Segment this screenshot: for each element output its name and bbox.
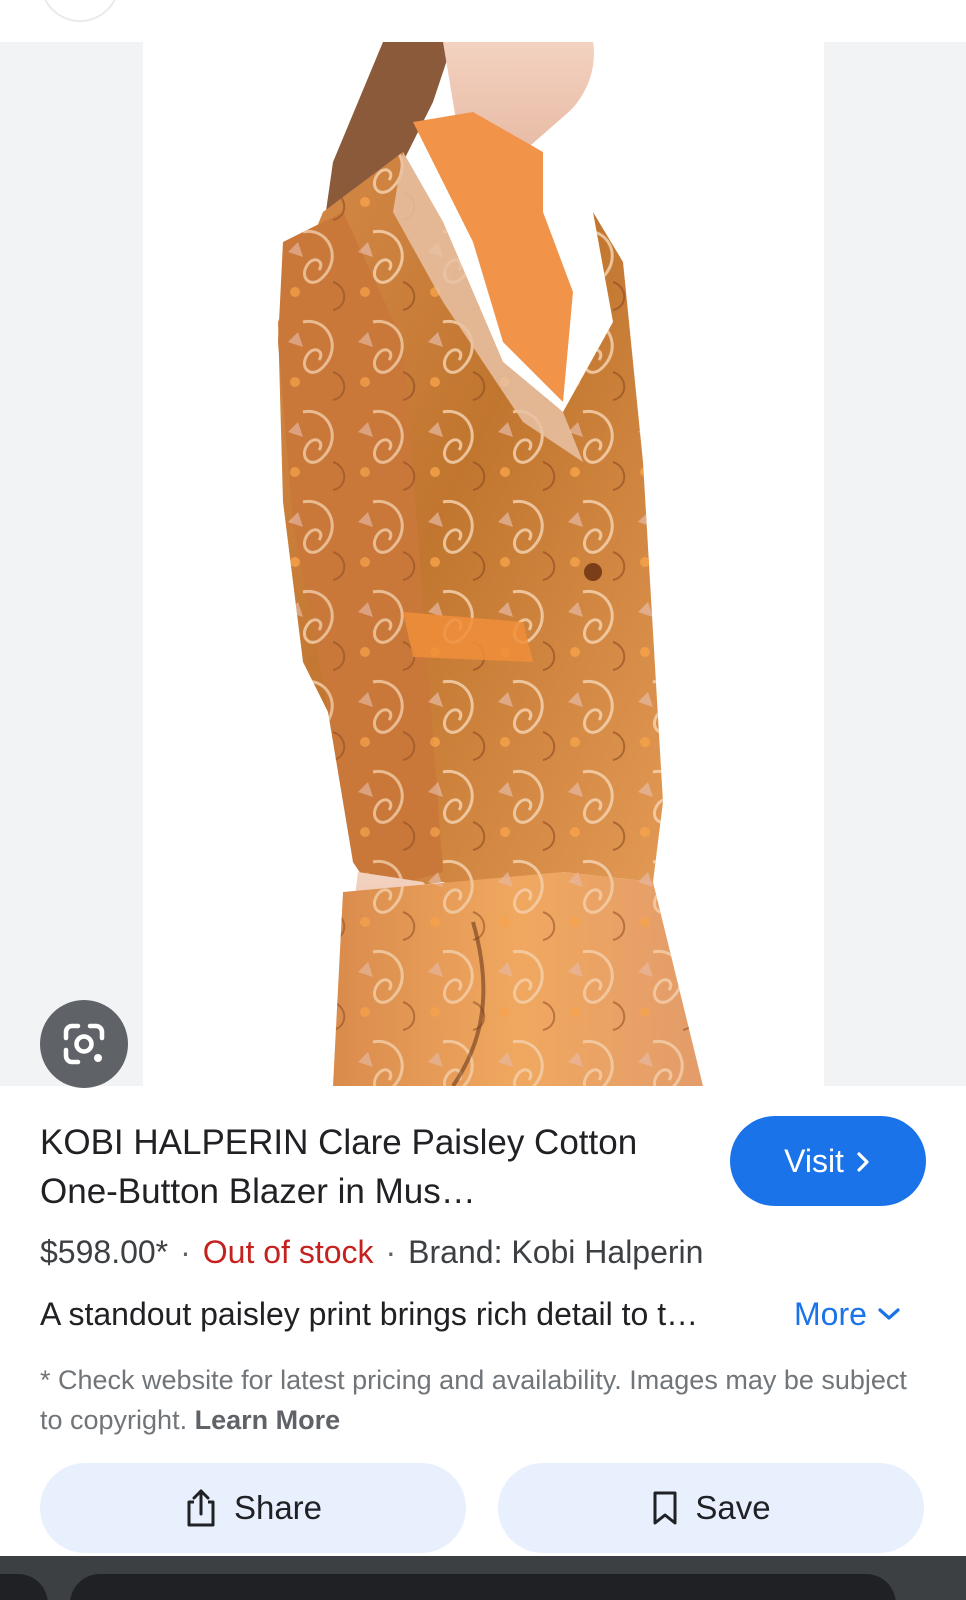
- more-button[interactable]: More: [794, 1292, 901, 1336]
- product-image[interactable]: [143, 42, 824, 1086]
- google-lens-icon: [63, 1023, 105, 1065]
- bookmark-icon: [653, 1491, 677, 1525]
- disclaimer-text: * Check website for latest pricing and a…: [40, 1365, 907, 1435]
- learn-more-link[interactable]: Learn More: [195, 1405, 341, 1435]
- blazer-illustration: [278, 42, 703, 1086]
- action-bar: Share Save: [40, 1463, 926, 1553]
- bottom-pill[interactable]: [0, 1574, 48, 1600]
- save-button[interactable]: Save: [498, 1463, 924, 1553]
- product-meta: $598.00* · Out of stock · Brand: Kobi Halper…: [40, 1232, 926, 1272]
- image-stage: [0, 42, 966, 1088]
- chevron-down-icon: [878, 1308, 900, 1320]
- share-label: Share: [233, 1489, 323, 1526]
- separator: ·: [180, 1234, 191, 1270]
- more-label: More: [794, 1296, 867, 1332]
- save-label: Save: [695, 1489, 771, 1526]
- visit-label: Visit: [784, 1142, 844, 1179]
- brand: Brand: Kobi Halperin: [408, 1234, 704, 1270]
- product-viewer: KOBI HALPERIN Clare Paisley Cotton One-B…: [0, 0, 966, 1600]
- description-row: A standout paisley print brings rich det…: [40, 1292, 926, 1336]
- separator: ·: [385, 1234, 397, 1270]
- product-description: A standout paisley print brings rich det…: [40, 1296, 699, 1332]
- price: $598.00*: [40, 1234, 169, 1270]
- availability-status: Out of stock: [202, 1234, 374, 1270]
- bottom-search-bar[interactable]: [70, 1574, 896, 1600]
- chevron-right-icon: [857, 1152, 869, 1172]
- visit-button[interactable]: Visit: [730, 1116, 926, 1206]
- bottom-bar: [0, 1556, 966, 1600]
- disclaimer: * Check website for latest pricing and a…: [40, 1360, 920, 1440]
- lens-button[interactable]: [40, 1000, 128, 1088]
- product-title[interactable]: KOBI HALPERIN Clare Paisley Cotton One-B…: [40, 1118, 700, 1216]
- close-button[interactable]: [40, 0, 120, 22]
- share-button[interactable]: Share: [40, 1463, 466, 1553]
- share-icon: [187, 1489, 215, 1527]
